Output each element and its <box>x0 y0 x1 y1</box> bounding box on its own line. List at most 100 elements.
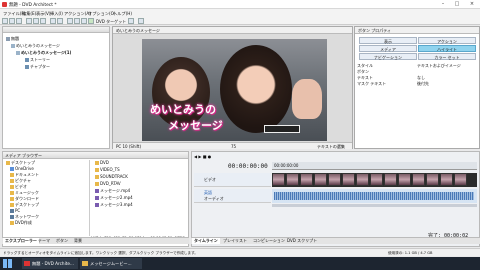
prop-value-mask[interactable]: 後付先 <box>417 81 429 87</box>
file-item[interactable]: メッセージ.mp4 <box>95 188 130 194</box>
project-tree-toolbar <box>3 27 109 33</box>
save-icon[interactable] <box>16 18 22 24</box>
prop-action-button[interactable]: アクション <box>418 37 476 44</box>
audio-track-header[interactable]: 英語 オーディオ <box>194 189 271 203</box>
disc-usage: 使用済の: 1.1 GB / 4.7 GB <box>388 251 433 255</box>
file-item[interactable]: メッセージ2.mp4 <box>95 195 133 201</box>
timeline-scrollbar[interactable] <box>272 204 477 207</box>
clip-thumbnail[interactable] <box>454 173 467 186</box>
text-icon[interactable] <box>67 18 73 24</box>
dvd-icon[interactable] <box>88 18 94 24</box>
tab-timeline[interactable]: タイムライン <box>192 238 220 244</box>
file-item[interactable]: DVD <box>95 160 109 165</box>
clip-thumbnail[interactable] <box>440 173 453 186</box>
tab-explorer[interactable]: エクスプローラー <box>3 238 39 244</box>
file-item[interactable]: DVD_RTAV <box>95 181 121 186</box>
task-message-movie[interactable]: メッセージムービー... <box>80 258 142 269</box>
preview-tab[interactable]: めいとみうのメッセージ <box>116 28 160 34</box>
tab-theme[interactable]: テーマ <box>36 238 52 244</box>
tab-button[interactable]: ボタン <box>54 238 70 244</box>
folder-item[interactable]: DVD作成 <box>10 220 32 226</box>
play-button-overlay[interactable] <box>264 125 300 133</box>
tree-root[interactable]: 無題 <box>6 36 19 42</box>
copy-icon[interactable] <box>33 18 39 24</box>
tab-background[interactable]: 背景 <box>72 238 84 244</box>
maximize-button[interactable]: □ <box>450 0 464 9</box>
file-item[interactable]: メッセージ3.mp4 <box>95 202 133 208</box>
clip-thumbnail[interactable] <box>426 173 439 186</box>
clip-thumbnail[interactable] <box>300 173 313 186</box>
new-icon[interactable] <box>2 18 8 24</box>
clip-thumbnail[interactable] <box>356 173 369 186</box>
dvd-target-label[interactable]: DVD ターゲット <box>96 19 126 25</box>
cut-icon[interactable] <box>26 18 32 24</box>
folder-icon <box>82 261 88 266</box>
timecode-display: 00:00:00:00 <box>228 163 268 170</box>
caption-line2[interactable]: メッセージ <box>168 117 223 133</box>
menu-edit[interactable]: 編集(E) <box>22 11 36 17</box>
minimize-button[interactable]: – <box>436 0 450 9</box>
tree-chapter[interactable]: チャプター <box>25 64 50 70</box>
explorer-header: メディア ブラウザー <box>3 152 188 159</box>
tree-story[interactable]: ストーリー <box>25 57 50 63</box>
undo-icon[interactable] <box>50 18 56 24</box>
menu-insert[interactable]: 挿入(I) <box>50 11 63 17</box>
clip-thumbnail[interactable] <box>412 173 425 186</box>
clip-thumbnail[interactable] <box>398 173 411 186</box>
video-frame[interactable]: めいとみうの メッセージ <box>142 39 327 141</box>
caption-line1[interactable]: めいとみうの <box>150 101 216 117</box>
taskbar: 無題 - DVD Archite... メッセージムービー... <box>0 257 480 270</box>
preview-zoom[interactable]: 75 <box>231 144 236 149</box>
button-icon[interactable] <box>81 18 87 24</box>
video-track-clips[interactable] <box>272 173 477 187</box>
video-track-header[interactable]: ビデオ <box>194 173 271 187</box>
clip-thumbnail[interactable] <box>342 173 355 186</box>
redo-icon[interactable] <box>57 18 63 24</box>
menu-help[interactable]: ヘルプ(H) <box>113 11 132 17</box>
clip-thumbnail[interactable] <box>314 173 327 186</box>
app-window: 無題 - DVD Architect * – □ × ファイル(F) 編集(E)… <box>0 0 480 257</box>
tree-submenu[interactable]: めいとみうのメッセージ(1) <box>16 50 71 56</box>
timeline-panel: ◀ ▶ ■ ● 00:00:00:00 00:00:00:00 ビデオ 英語 オ… <box>191 151 480 247</box>
file-item[interactable]: VIDEO_TS <box>95 167 120 172</box>
menu-action[interactable]: アクション(A) <box>64 11 91 17</box>
clip-thumbnail[interactable] <box>328 173 341 186</box>
file-item[interactable]: SOUNDTRACK <box>95 174 128 179</box>
folder-item[interactable]: OneDrive <box>10 166 34 171</box>
open-icon[interactable] <box>9 18 15 24</box>
menu-view[interactable]: 表示(V) <box>36 11 51 17</box>
prop-display-button[interactable]: 表示 <box>359 37 417 44</box>
task-dvd-architect[interactable]: 無題 - DVD Archite... <box>22 258 78 269</box>
tab-playlist[interactable]: プレイリスト <box>221 238 249 244</box>
child-right <box>220 45 292 133</box>
burn-icon[interactable] <box>128 18 134 24</box>
tab-compilation[interactable]: コンピレーション <box>251 238 287 244</box>
clip-thumbnail[interactable] <box>272 173 285 186</box>
preview-footer: PC 10 (Shift) 75 テキストの選集 <box>113 142 352 149</box>
prop-highlight-button[interactable]: ハイライト <box>418 45 476 52</box>
clip-thumbnail[interactable] <box>370 173 383 186</box>
paste-icon[interactable] <box>40 18 46 24</box>
prop-navigation-button[interactable]: ナビゲーション <box>359 53 417 60</box>
prop-value-style[interactable]: テキストおよびイメージ <box>417 63 461 69</box>
close-button[interactable]: × <box>465 0 479 9</box>
text-select-button[interactable]: テキストの選集 <box>317 144 345 150</box>
help-icon[interactable] <box>138 18 144 24</box>
clip-thumbnail[interactable] <box>384 173 397 186</box>
prop-row-mask: マスク テキスト <box>357 81 387 86</box>
preview-mode: PC 10 (Shift) <box>116 144 142 149</box>
image-icon[interactable] <box>74 18 80 24</box>
folder-item[interactable]: PC <box>10 208 20 213</box>
project-icon <box>6 37 10 41</box>
prop-colorset-button[interactable]: カラー セット <box>418 53 476 60</box>
clip-thumbnail[interactable] <box>286 173 299 186</box>
tab-dvd-script[interactable]: DVD スクリプト <box>285 238 319 244</box>
prop-media-button[interactable]: メディア <box>359 45 417 52</box>
tree-menu[interactable]: めいとみうのメッセージ <box>11 43 60 49</box>
audio-track-clips[interactable] <box>272 189 477 203</box>
menu-options[interactable]: オプション(O) <box>88 11 116 17</box>
timeline-ruler[interactable]: 00:00:00:00 <box>272 162 477 170</box>
media-explorer-panel: メディア ブラウザー デスクトップ OneDrive ドキュメント ピクチャ ビ… <box>2 151 189 247</box>
start-icon[interactable] <box>3 259 12 268</box>
folder-tree: デスクトップ OneDrive ドキュメント ピクチャ ビデオ ミュージック ダ… <box>4 160 90 236</box>
